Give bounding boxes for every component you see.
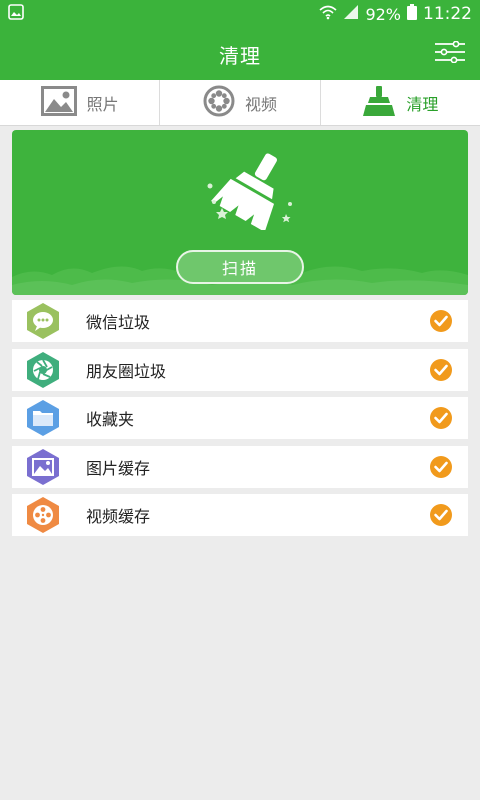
broom-icon (362, 85, 396, 120)
list-item-label: 收藏夹 (86, 410, 135, 429)
list-item-label: 视频缓存 (86, 507, 151, 526)
checkmark-icon[interactable] (430, 310, 452, 332)
wechat-icon (24, 302, 62, 340)
tab-clean[interactable]: 清理 (321, 80, 480, 125)
checkmark-icon[interactable] (430, 358, 452, 381)
status-bar: 92% 11:22 (0, 0, 480, 28)
signal-icon (343, 4, 359, 25)
list-item-label: 图片缓存 (86, 458, 151, 478)
battery-icon (407, 3, 417, 25)
image-icon (24, 448, 62, 486)
page-title: 清理 (219, 43, 261, 68)
list-item-image-cache[interactable]: 图片缓存 (12, 445, 468, 488)
tab-label: 视频 (244, 94, 277, 114)
list-item-favorites[interactable]: 收藏夹 (12, 397, 468, 439)
wifi-icon (319, 4, 337, 25)
gallery-notification-icon (8, 3, 24, 25)
checkmark-icon[interactable] (430, 407, 452, 429)
clock: 11:22 (423, 4, 472, 24)
film-reel-icon (203, 85, 235, 121)
list-item-wechat-junk[interactable]: 微信垃圾 (12, 300, 468, 342)
settings-button[interactable] (432, 36, 468, 72)
list-item-label: 微信垃圾 (86, 313, 151, 332)
folder-icon (24, 399, 62, 437)
app-bar: 清理 (0, 28, 480, 80)
checkmark-icon[interactable] (430, 504, 452, 526)
battery-percent: 92% (365, 4, 401, 24)
junk-category-list: 微信垃圾 朋友圈垃圾 收藏夹 图片缓存 视频缓存 (12, 300, 468, 543)
aperture-icon (24, 351, 62, 389)
list-item-video-cache[interactable]: 视频缓存 (12, 494, 468, 536)
film-reel-icon (24, 496, 62, 534)
list-item-moments-junk[interactable]: 朋友圈垃圾 (12, 348, 468, 391)
image-icon (40, 85, 77, 120)
tab-bar: 照片 视频 清理 (0, 80, 480, 126)
tab-label: 照片 (86, 94, 119, 114)
tab-label: 清理 (406, 94, 439, 114)
tab-photos[interactable]: 照片 (0, 80, 161, 125)
list-item-label: 朋友圈垃圾 (86, 361, 167, 381)
checkmark-icon[interactable] (430, 455, 452, 478)
sliders-icon (435, 40, 465, 67)
clean-hero-card: 扫描 (12, 130, 468, 295)
scan-button[interactable]: 扫描 (176, 250, 304, 284)
tab-videos[interactable]: 视频 (160, 80, 321, 125)
broom-icon (207, 153, 292, 230)
